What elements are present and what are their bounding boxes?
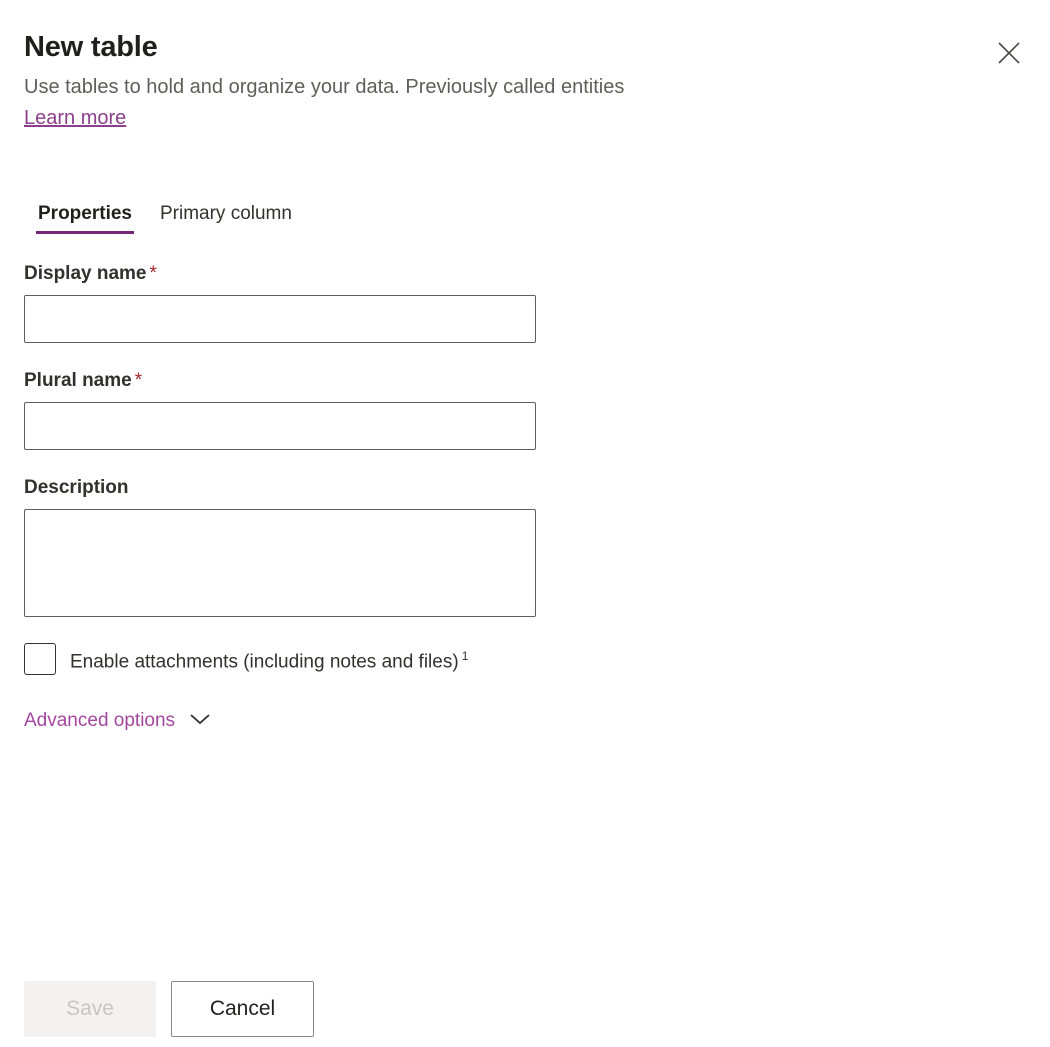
- chevron-down-icon: [189, 712, 211, 731]
- tab-primary-column-label: Primary column: [160, 203, 292, 224]
- panel-footer: Save Cancel: [24, 981, 314, 1037]
- new-table-panel: New table Use tables to hold and organiz…: [0, 0, 1050, 1047]
- advanced-options-label: Advanced options: [24, 709, 175, 733]
- enable-attachments-checkbox[interactable]: [24, 643, 56, 675]
- enable-attachments-footnote-marker: 1: [462, 649, 469, 663]
- panel-subtitle: Use tables to hold and organize your dat…: [24, 72, 924, 102]
- description-label-text: Description: [24, 477, 129, 498]
- description-label: Description: [24, 476, 624, 500]
- save-button[interactable]: Save: [24, 981, 156, 1037]
- properties-form: Display name* Plural name* Description E…: [24, 262, 624, 733]
- display-name-required-marker: *: [150, 263, 157, 284]
- display-name-input[interactable]: [24, 295, 536, 343]
- plural-name-label: Plural name*: [24, 369, 624, 393]
- display-name-label-text: Display name: [24, 263, 147, 284]
- enable-attachments-row[interactable]: Enable attachments (including notes and …: [24, 643, 468, 675]
- close-icon: [996, 40, 1022, 66]
- field-description: Description: [24, 476, 624, 617]
- plural-name-input[interactable]: [24, 402, 536, 450]
- page-title: New table: [24, 28, 1026, 66]
- tab-list: Properties Primary column: [24, 196, 306, 238]
- tab-primary-column[interactable]: Primary column: [146, 196, 306, 238]
- learn-more-link[interactable]: Learn more: [24, 104, 126, 132]
- panel-header: New table Use tables to hold and organiz…: [24, 28, 1026, 132]
- close-button[interactable]: [988, 32, 1030, 74]
- cancel-button[interactable]: Cancel: [171, 981, 314, 1037]
- plural-name-required-marker: *: [135, 370, 142, 391]
- tab-properties-label: Properties: [38, 203, 132, 224]
- field-plural-name: Plural name*: [24, 369, 624, 450]
- enable-attachments-label: Enable attachments (including notes and …: [70, 644, 468, 674]
- field-display-name: Display name*: [24, 262, 624, 343]
- tab-properties[interactable]: Properties: [24, 196, 146, 238]
- enable-attachments-label-text: Enable attachments (including notes and …: [70, 651, 459, 672]
- description-textarea[interactable]: [24, 509, 536, 617]
- advanced-options-toggle[interactable]: Advanced options: [24, 709, 211, 733]
- plural-name-label-text: Plural name: [24, 370, 132, 391]
- display-name-label: Display name*: [24, 262, 624, 286]
